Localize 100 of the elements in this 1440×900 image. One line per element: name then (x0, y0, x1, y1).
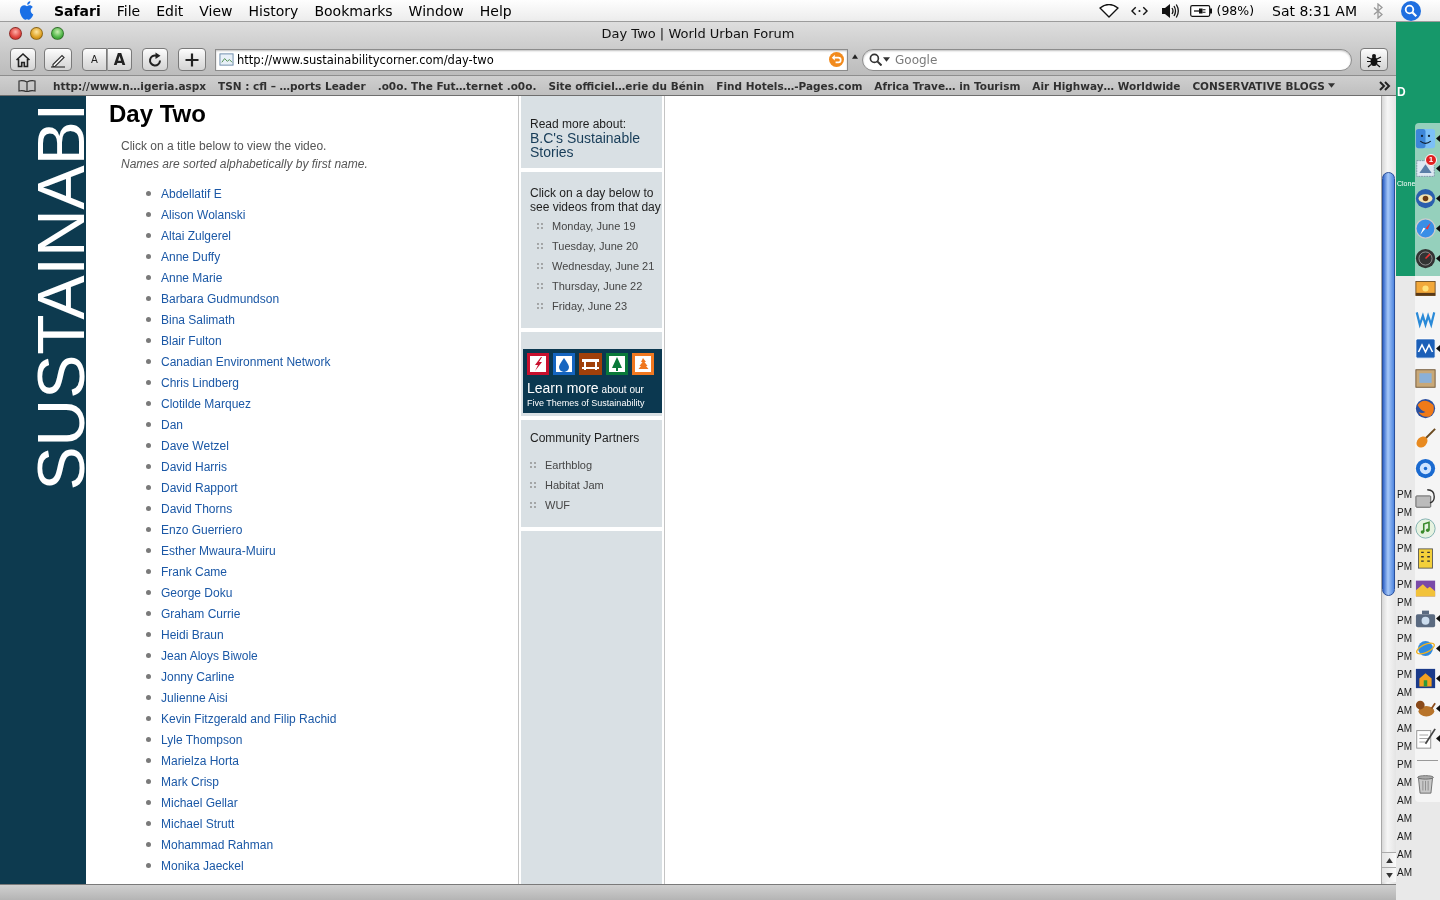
guitar-icon[interactable] (1415, 427, 1436, 449)
building-icon[interactable] (1415, 547, 1436, 569)
video-link[interactable]: Julienne Aisi (161, 690, 228, 705)
video-link[interactable]: Michael Gellar (161, 795, 238, 810)
video-link[interactable]: David Thorns (161, 501, 233, 516)
day-link[interactable]: Tuesday, June 20 (552, 240, 639, 252)
document-pen-icon[interactable] (1415, 727, 1436, 749)
video-link[interactable]: Barbara Gudmundson (161, 291, 280, 306)
day-link[interactable]: Friday, June 23 (552, 300, 627, 312)
video-link[interactable]: Kevin Fitzgerald and Filip Rachid (161, 711, 337, 726)
battery-icon[interactable] (1189, 4, 1212, 17)
themes-banner[interactable]: Learn more about our Five Themes of Sustainability (523, 349, 662, 413)
video-link[interactable]: David Harris (161, 459, 227, 474)
trash-icon[interactable] (1415, 772, 1436, 794)
wifi-icon[interactable] (1098, 3, 1119, 18)
zigzag-tile-icon[interactable] (1415, 337, 1436, 359)
globe-icon[interactable] (1415, 397, 1436, 419)
face-icon[interactable] (1415, 127, 1436, 149)
video-link[interactable]: Mohammad Rahman (161, 837, 274, 852)
compass-icon[interactable] (1415, 217, 1436, 239)
video-link[interactable]: Michael Strutt (161, 816, 235, 831)
video-link[interactable]: Jean Aloys Biwole (161, 648, 258, 663)
search-field[interactable]: Google (862, 48, 1352, 71)
text-smaller-button[interactable]: A (82, 48, 107, 71)
video-link[interactable]: Clotilde Marquez (161, 396, 252, 411)
day-link[interactable]: Thursday, June 22 (552, 280, 643, 292)
video-link[interactable]: Chris Lindberg (161, 375, 240, 390)
search-icon[interactable] (1401, 0, 1421, 21)
address-field[interactable]: http://www.sustainabilitycorner.com/day-two (215, 48, 848, 71)
caret-up-icon[interactable] (852, 54, 858, 59)
add-bookmark-button[interactable] (178, 48, 206, 71)
bookmark-link[interactable]: .o0o. The Fut…ternet .o0o. (377, 79, 537, 92)
video-link[interactable]: Abdellatif E (161, 186, 222, 201)
disc-icon[interactable] (1415, 457, 1436, 479)
video-link[interactable]: Graham Currie (161, 606, 241, 621)
bookmark-link[interactable]: Air Highway… Worldwide (1032, 79, 1181, 92)
video-link[interactable]: Altai Zulgerel (161, 228, 232, 243)
picture-frame-icon[interactable] (1415, 367, 1436, 389)
scroll-down-button[interactable] (1382, 867, 1396, 882)
day-link[interactable]: Wednesday, June 21 (552, 260, 655, 272)
speaker-icon[interactable] (1160, 2, 1179, 19)
close-button[interactable] (9, 26, 22, 40)
scroll-up-button[interactable] (1382, 852, 1396, 867)
menu-item[interactable]: Help (471, 0, 520, 21)
video-link[interactable]: Monika Jaeckel (161, 858, 244, 873)
partner-link[interactable]: Habitat Jam (545, 479, 604, 491)
video-link[interactable]: Jonny Carline (161, 669, 235, 684)
video-link[interactable]: George Doku (161, 585, 233, 600)
menu-item[interactable]: Edit (148, 0, 192, 21)
menu-item[interactable]: File (108, 0, 149, 21)
bookmark-link[interactable]: Africa Trave… in Tourism (874, 79, 1021, 92)
video-link[interactable]: Marielza Horta (161, 753, 240, 768)
menu-clock[interactable]: Sat 8:31 AM (1272, 2, 1357, 19)
zoom-button[interactable] (51, 26, 64, 40)
eye-icon[interactable] (1415, 187, 1436, 209)
video-link[interactable]: Bina Salimath (161, 312, 236, 327)
app-menu[interactable]: Safari (46, 0, 109, 21)
video-link[interactable]: Lyle Thompson (161, 732, 243, 747)
angle-brackets-icon[interactable] (1130, 5, 1148, 16)
book-icon[interactable] (18, 79, 36, 92)
video-link[interactable]: Blair Fulton (161, 333, 222, 348)
bookmark-link[interactable]: Site officiel…erie du Bénin (548, 79, 705, 92)
video-link[interactable]: Enzo Guerriero (161, 522, 243, 537)
video-link[interactable]: Anne Duffy (161, 249, 221, 264)
bluetooth-icon[interactable] (1373, 2, 1383, 19)
bookmark-link[interactable]: http://www.n…igeria.aspx (53, 79, 206, 92)
minimize-button[interactable] (30, 26, 43, 40)
bookmark-link[interactable]: Find Hotels…-Pages.com (716, 79, 863, 92)
video-link[interactable]: Canadian Environment Network (161, 354, 331, 369)
stories-link[interactable]: B.C's Sustainable Stories (530, 131, 658, 159)
video-link[interactable]: Mark Crisp (161, 774, 219, 789)
video-link[interactable]: Dave Wetzel (161, 438, 229, 453)
video-link[interactable]: David Rapport (161, 480, 238, 495)
video-link[interactable]: Alison Wolanski (161, 207, 246, 222)
day-link[interactable]: Monday, June 19 (552, 220, 636, 232)
video-link[interactable]: Heidi Braun (161, 627, 224, 642)
bookmark-folder[interactable]: CONSERVATIVE BLOGS (1192, 79, 1335, 92)
menu-item[interactable]: Window (400, 0, 472, 21)
edit-button[interactable] (44, 48, 72, 71)
partner-link[interactable]: Earthblog (545, 459, 593, 471)
menu-item[interactable]: Bookmarks (306, 0, 401, 21)
bookmark-link[interactable]: TSN : cfl – …ports Leader (218, 79, 366, 92)
house-icon[interactable] (1415, 667, 1436, 689)
music-note-icon[interactable] (1415, 517, 1436, 539)
drive-icon[interactable] (1415, 487, 1436, 509)
video-link[interactable]: Esther Mwaura-Muiru (161, 543, 276, 558)
apple-icon[interactable] (18, 0, 36, 21)
text-larger-button[interactable]: A (107, 48, 132, 71)
double-chevron-icon[interactable] (1379, 80, 1391, 91)
video-link[interactable]: Anne Marie (161, 270, 223, 285)
video-link[interactable]: Frank Came (161, 564, 228, 579)
gauge-icon[interactable] (1415, 247, 1436, 269)
reload-button[interactable] (142, 48, 168, 71)
video-link[interactable]: Dan (161, 417, 183, 432)
menu-item[interactable]: View (191, 0, 241, 21)
menu-item[interactable]: History (240, 0, 307, 21)
home-button[interactable] (10, 48, 36, 71)
scrollbar-thumb[interactable] (1382, 172, 1395, 596)
bug-button[interactable] (1360, 48, 1388, 71)
partner-link[interactable]: WUF (545, 499, 571, 511)
